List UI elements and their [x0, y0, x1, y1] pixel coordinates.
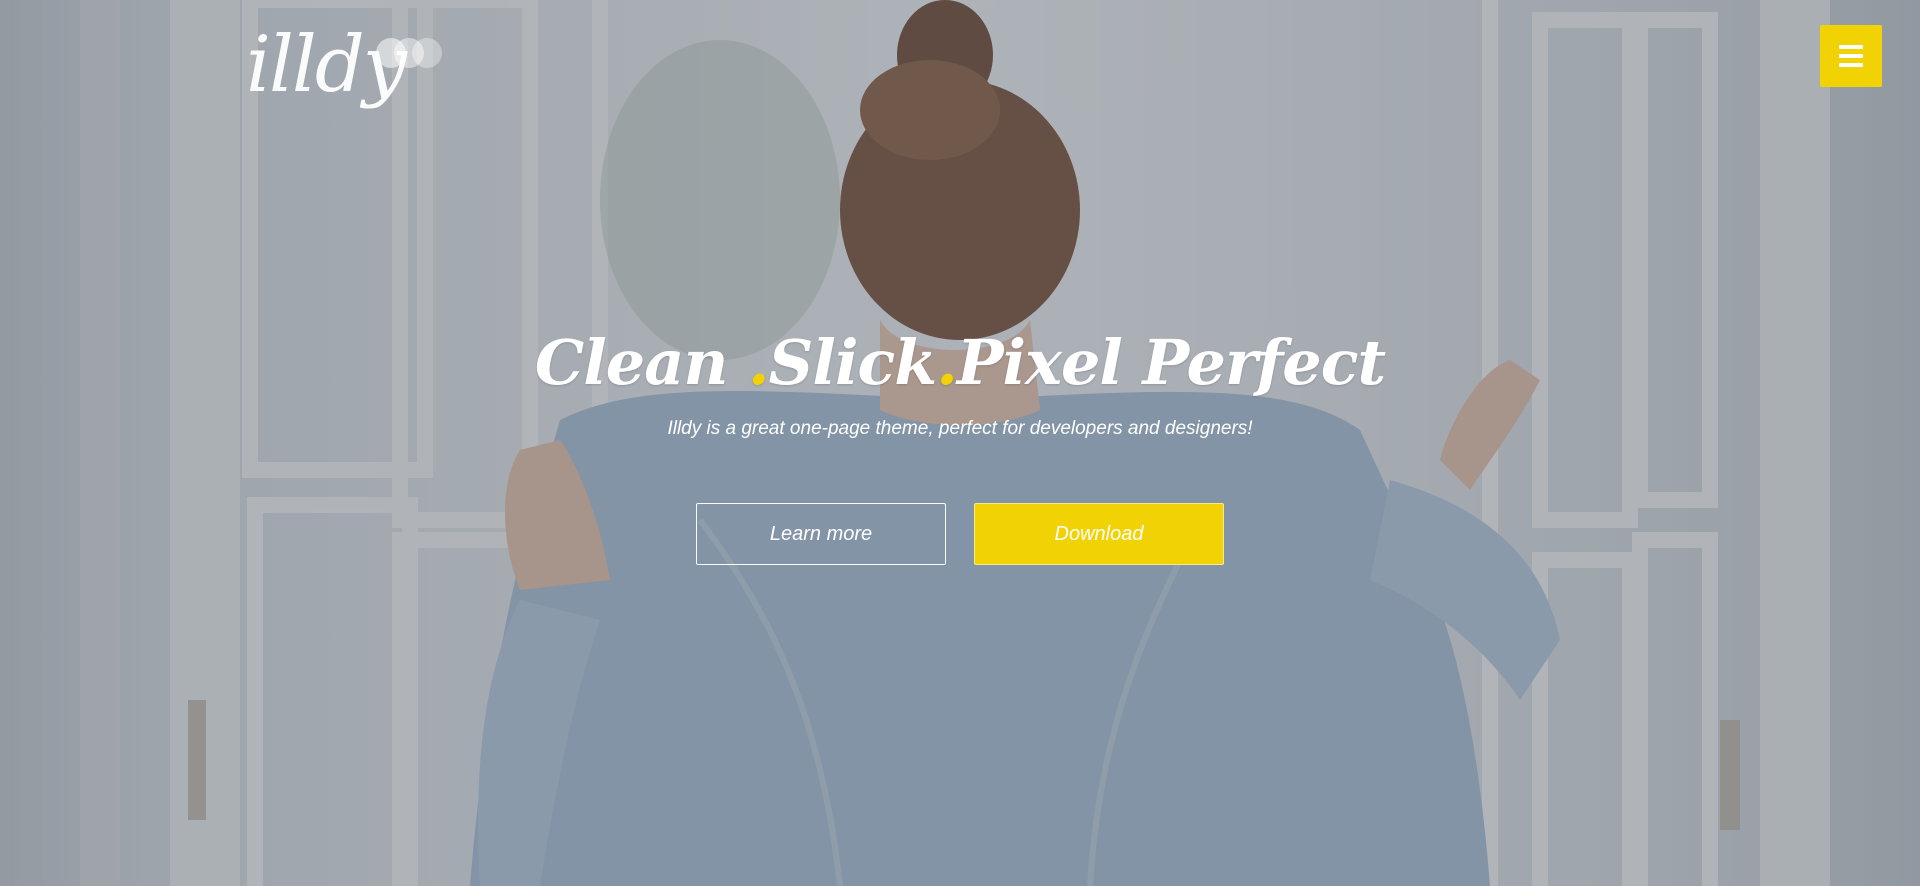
download-button[interactable]: Download: [974, 503, 1224, 565]
hamburger-menu-icon: [1839, 54, 1863, 58]
site-logo[interactable]: illdy: [246, 20, 466, 130]
learn-more-button[interactable]: Learn more: [696, 503, 946, 565]
logo-dot: [412, 38, 442, 68]
hamburger-menu-button[interactable]: [1820, 25, 1882, 87]
headline-part-slick: Slick: [768, 326, 938, 399]
hero-headline: Clean .Slick.Pixel Perfect: [0, 318, 1920, 408]
hero-background: [0, 0, 1920, 886]
headline-dot-separator: .: [936, 326, 958, 399]
headline-dot-separator: .: [748, 326, 770, 399]
headline-part-clean: Clean: [534, 326, 749, 399]
hamburger-menu-icon: [1839, 63, 1863, 67]
logo-text: illdy: [246, 20, 407, 110]
headline-part-pixel-perfect: Pixel Perfect: [956, 326, 1386, 399]
hamburger-menu-icon: [1839, 45, 1863, 49]
hero-subtitle: Illdy is a great one-page theme, perfect…: [667, 418, 1253, 439]
hero-overlay: [0, 0, 1920, 886]
